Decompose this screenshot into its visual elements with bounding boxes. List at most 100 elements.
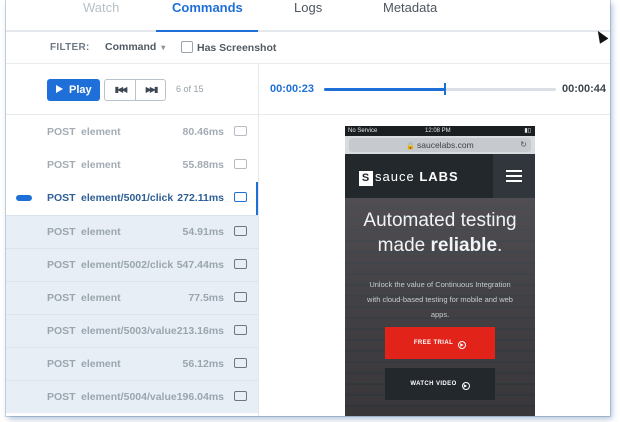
- hero-section: Automated testing made reliable. Unlock …: [345, 198, 535, 416]
- screenshot-icon[interactable]: [234, 358, 247, 368]
- lock-icon: 🔒: [406, 143, 415, 150]
- timeline-handle[interactable]: [444, 83, 447, 95]
- screenshot-icon[interactable]: [234, 391, 247, 401]
- hamburger-line: [506, 170, 522, 172]
- command-method: POST: [47, 226, 76, 238]
- command-method: POST: [47, 126, 76, 138]
- filter-select-value: Command: [105, 41, 157, 53]
- sauce-labs-logo: Ssauce LABS: [359, 169, 459, 186]
- watch-video-button: WATCH VIDEO ▶: [385, 368, 495, 400]
- device-clock: 12:08 PM: [425, 128, 451, 134]
- current-time: 00:00:23: [270, 83, 315, 95]
- command-method: POST: [47, 159, 76, 171]
- chevron-down-icon: ▾: [161, 43, 166, 52]
- play-circle-icon: ▶: [461, 382, 470, 390]
- command-path: element: [81, 358, 121, 370]
- timeline-progress: [324, 88, 446, 91]
- url-text: saucelabs.com: [417, 140, 474, 150]
- filter-label: FILTER:: [50, 42, 90, 53]
- hamburger-line: [506, 175, 522, 177]
- headline-line-2: made reliable.: [345, 233, 535, 258]
- command-row[interactable]: POST element 77.5ms: [6, 281, 258, 314]
- screenshot-icon[interactable]: [234, 192, 247, 202]
- device-screenshot: No Service 12:08 PM ▮▯ 🔒 saucelabs.com ↻ …: [345, 126, 535, 416]
- current-command-marker: [16, 195, 32, 201]
- filter-bar: FILTER: Command ▾ Has Screenshot: [6, 32, 610, 64]
- command-path: element/5002/click: [81, 259, 174, 271]
- skip-back-icon: ▮◀◀: [114, 85, 128, 94]
- headline-bold: reliable: [430, 235, 498, 256]
- command-row[interactable]: POST element/5002/click 547.44ms: [6, 248, 258, 281]
- free-trial-label: FREE TRIAL: [413, 340, 454, 346]
- command-method: POST: [47, 358, 76, 370]
- tab-commands[interactable]: Commands: [172, 0, 243, 16]
- command-path: element/5003/value: [81, 325, 177, 337]
- has-screenshot-label[interactable]: Has Screenshot: [197, 42, 276, 54]
- device-status-bar: No Service 12:08 PM ▮▯: [345, 126, 535, 136]
- filter-command-select[interactable]: Command ▾: [105, 41, 165, 53]
- hamburger-line: [506, 180, 522, 182]
- command-row[interactable]: POST element/5003/value 213.16ms: [6, 314, 258, 347]
- command-path: element: [81, 126, 121, 138]
- carrier-status: No Service: [348, 128, 378, 134]
- command-method: POST: [47, 259, 76, 271]
- arrow-circle-icon: ▶: [458, 341, 467, 349]
- command-duration: 80.46ms: [182, 126, 224, 138]
- site-navbar: Ssauce LABS: [345, 154, 535, 198]
- command-row[interactable]: POST element/5001/click 272.11ms: [6, 182, 258, 215]
- tab-watch[interactable]: Watch: [83, 0, 119, 16]
- logo-text-bold: LABS: [419, 169, 459, 184]
- command-method: POST: [47, 325, 76, 337]
- tab-metadata[interactable]: Metadata: [383, 0, 437, 16]
- command-duration: 213.16ms: [176, 325, 224, 337]
- battery-icon: ▮▯: [524, 128, 531, 134]
- app-window: Watch Commands Logs Metadata FILTER: Com…: [6, 0, 610, 416]
- command-row[interactable]: POST element/5004/value 196.04ms: [6, 380, 258, 413]
- timeline-scrubber[interactable]: [324, 83, 556, 95]
- url-field: 🔒 saucelabs.com ↻: [349, 138, 531, 152]
- play-button[interactable]: Play: [47, 79, 100, 101]
- screenshot-icon[interactable]: [234, 226, 247, 236]
- command-duration: 196.04ms: [176, 391, 224, 403]
- has-screenshot-checkbox[interactable]: [181, 41, 193, 53]
- screenshot-icon[interactable]: [234, 159, 247, 169]
- command-duration: 547.44ms: [176, 259, 224, 271]
- screenshot-icon[interactable]: [234, 126, 247, 136]
- command-duration: 56.12ms: [182, 358, 224, 370]
- hamburger-menu-icon: [493, 154, 535, 198]
- screenshot-icon[interactable]: [234, 325, 247, 335]
- screenshot-icon[interactable]: [234, 259, 247, 269]
- skip-forward-icon: ▶▶▮: [145, 85, 159, 94]
- command-row[interactable]: POST element 56.12ms: [6, 347, 258, 380]
- command-list: POST element 80.46ms POST element 55.88ms POST…: [6, 116, 258, 416]
- screenshot-preview: No Service 12:08 PM ▮▯ 🔒 saucelabs.com ↻ …: [259, 116, 610, 416]
- logo-text: sauce: [375, 169, 415, 184]
- tab-logs[interactable]: Logs: [294, 0, 322, 16]
- watch-video-label: WATCH VIDEO: [410, 381, 457, 387]
- command-path: element: [81, 159, 121, 171]
- current-row-indicator: [256, 182, 258, 215]
- command-path: element/5001/click: [81, 192, 174, 204]
- total-time: 00:00:44: [562, 83, 607, 95]
- play-icon: [56, 85, 63, 93]
- step-back-button[interactable]: ▮◀◀: [105, 83, 135, 97]
- playback-bar: Play ▮◀◀ ▶▶▮ 6 of 15 00:00:23 00:00:44: [6, 64, 610, 115]
- browser-url-bar: 🔒 saucelabs.com ↻: [345, 136, 535, 154]
- headline-line-1: Automated testing: [363, 210, 517, 231]
- command-path: element: [81, 292, 121, 304]
- command-method: POST: [47, 292, 76, 304]
- step-controls: ▮◀◀ ▶▶▮: [104, 79, 166, 101]
- hero-headline: Automated testing made reliable.: [345, 208, 535, 258]
- command-duration: 54.91ms: [182, 226, 224, 238]
- free-trial-button: FREE TRIAL ▶: [385, 327, 495, 359]
- headline-prefix: made: [377, 235, 426, 256]
- headline-suffix: .: [497, 235, 503, 256]
- step-forward-button[interactable]: ▶▶▮: [136, 83, 166, 97]
- command-row[interactable]: POST element 55.88ms: [6, 149, 258, 182]
- command-duration: 272.11ms: [177, 192, 224, 204]
- command-counter: 6 of 15: [176, 84, 204, 94]
- command-row[interactable]: POST element 54.91ms: [6, 215, 258, 248]
- screenshot-icon[interactable]: [234, 292, 247, 302]
- command-row[interactable]: POST element 80.46ms: [6, 116, 258, 149]
- command-method: POST: [47, 391, 76, 403]
